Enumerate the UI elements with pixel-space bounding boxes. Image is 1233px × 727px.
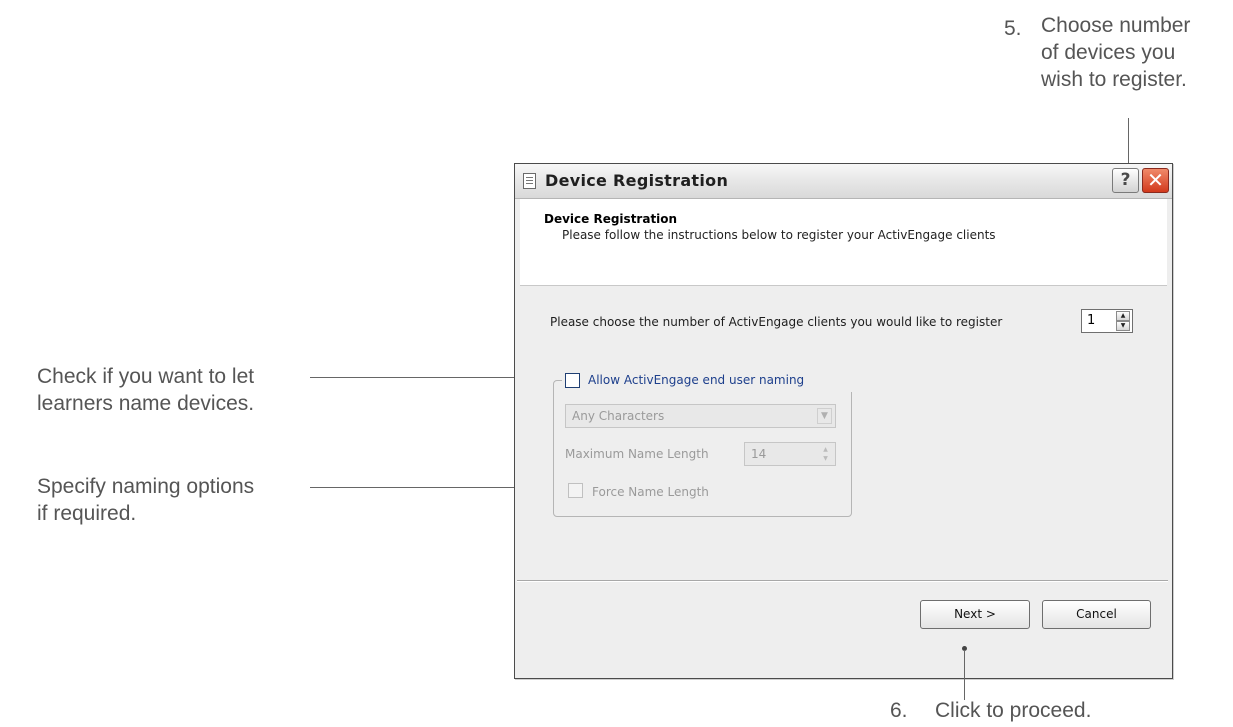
naming-options-line-1: Specify naming options xyxy=(37,475,255,498)
close-button[interactable]: ✕ xyxy=(1142,168,1169,193)
force-name-length-label: Force Name Length xyxy=(592,485,709,499)
step5-line-2: of devices you xyxy=(1041,41,1176,64)
allow-naming-label[interactable]: Allow ActivEngage end user naming xyxy=(588,373,804,387)
stepper-down-icon[interactable]: ▼ xyxy=(1116,321,1130,331)
next-button[interactable]: Next > xyxy=(920,600,1030,629)
client-count-label: Please choose the number of ActivEngage … xyxy=(550,315,1003,329)
character-mode-select[interactable]: Any Characters ▼ xyxy=(565,404,836,428)
max-name-length-value: 14 xyxy=(751,447,767,461)
naming-check-callout: Check if you want to let learners name d… xyxy=(37,363,254,417)
help-button[interactable]: ? xyxy=(1112,168,1139,193)
stepper-up-icon[interactable]: ▲ xyxy=(1116,311,1130,321)
client-count-value[interactable]: 1 xyxy=(1087,313,1095,328)
force-name-length-checkbox[interactable] xyxy=(568,483,583,498)
max-length-up-icon[interactable]: ▲ xyxy=(819,445,832,454)
step5-callout: Choose number of devices you wish to reg… xyxy=(1041,12,1190,93)
max-name-length-stepper[interactable]: 14 ▲ ▼ xyxy=(744,442,836,466)
naming-check-line-2: learners name devices. xyxy=(37,392,255,415)
step6-number: 6. xyxy=(890,699,908,722)
step5-number: 5. xyxy=(1004,17,1022,40)
max-length-down-icon[interactable]: ▼ xyxy=(819,454,832,463)
step5-line-1: Choose number xyxy=(1041,14,1191,37)
dialog-title: Device Registration xyxy=(545,171,729,190)
footer-separator xyxy=(517,580,1168,582)
step6-leader-line xyxy=(964,650,965,700)
step6-callout: Click to proceed. xyxy=(935,699,1092,722)
character-mode-value: Any Characters xyxy=(572,409,665,423)
device-registration-dialog: Device Registration ? ✕ Device Registrat… xyxy=(514,163,1173,679)
header-title: Device Registration xyxy=(544,212,678,226)
naming-options-line-2: if required. xyxy=(37,502,137,525)
chevron-down-icon[interactable]: ▼ xyxy=(817,408,832,424)
step5-line-3: wish to register. xyxy=(1041,68,1187,91)
max-name-length-label: Maximum Name Length xyxy=(565,447,709,461)
allow-naming-checkbox[interactable] xyxy=(565,373,580,388)
dialog-title-bar[interactable]: Device Registration ? ✕ xyxy=(515,164,1172,199)
naming-options-callout: Specify naming options if required. xyxy=(37,473,254,527)
header-subtitle: Please follow the instructions below to … xyxy=(562,228,996,242)
client-count-stepper[interactable]: 1 ▲ ▼ xyxy=(1081,309,1133,333)
naming-check-line-1: Check if you want to let xyxy=(37,365,255,388)
document-icon xyxy=(523,173,536,189)
cancel-button[interactable]: Cancel xyxy=(1042,600,1151,629)
